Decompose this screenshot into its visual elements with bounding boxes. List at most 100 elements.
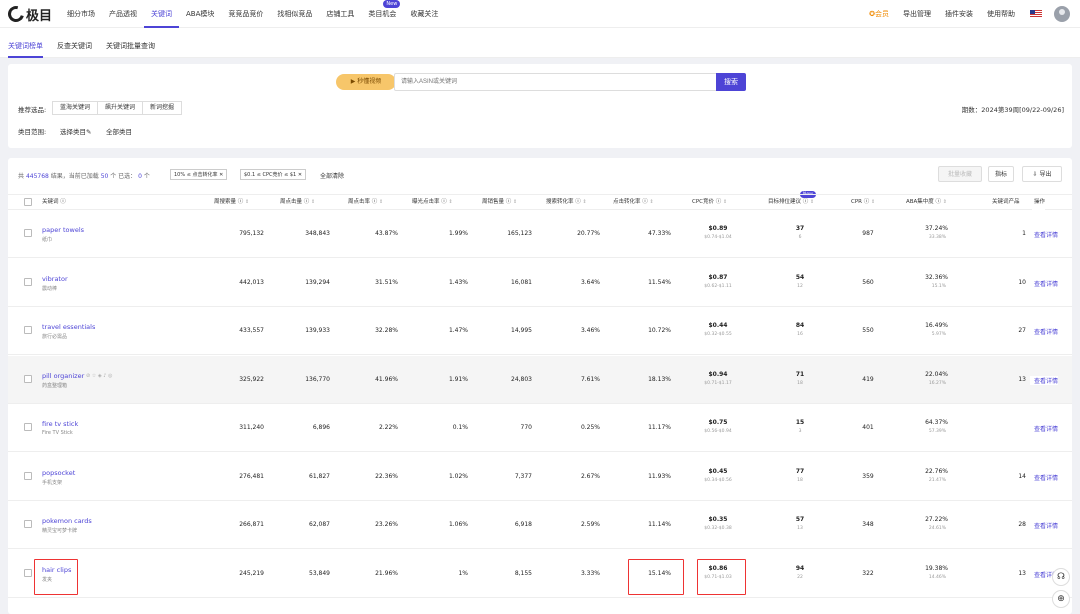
ctr-cell: 21.96% bbox=[375, 569, 398, 577]
bulk-collect-button[interactable]: 批量收藏 bbox=[938, 166, 982, 182]
cpc-cell: $0.44 bbox=[708, 322, 728, 329]
tab-batch-query[interactable]: 关键词批量查询 bbox=[106, 28, 155, 57]
col-clicks[interactable]: 周点击量 ⓘ ⇕ bbox=[280, 195, 315, 210]
row-checkbox[interactable] bbox=[24, 520, 32, 528]
us-flag-icon[interactable] bbox=[1030, 10, 1042, 18]
tab-keyword-list[interactable]: 关键词榜单 bbox=[8, 28, 43, 58]
top-navbar: 极目 细分市场 产品透视 关键词 ABA模块 竞竞品竞价 找相似竞品 店铺工具 … bbox=[0, 0, 1080, 28]
col-rank-suggest[interactable]: 目标排位建议 ⓘ ⇕ bbox=[768, 195, 814, 210]
customer-service-icon[interactable]: ☊ bbox=[1052, 568, 1070, 586]
rec-tab-blue-ocean[interactable]: 蓝海关键词 bbox=[52, 101, 99, 115]
all-category-link[interactable]: 全部类目 bbox=[106, 126, 132, 136]
table-row[interactable]: pokemon cards 精灵宝可梦卡牌 266,871 62,087 23.26% 1… bbox=[8, 501, 1072, 549]
rec-tab-new-words[interactable]: 新词挖掘 bbox=[142, 101, 183, 115]
help-link[interactable]: 使用帮助 bbox=[980, 9, 1022, 19]
keyword-link[interactable]: vibrator bbox=[42, 275, 68, 283]
col-aba[interactable]: ABA集中度 ⓘ ⇕ bbox=[906, 195, 947, 210]
col-cpr[interactable]: CPR ⓘ ⇕ bbox=[851, 195, 875, 210]
tab-reverse-keyword[interactable]: 反查关键词 bbox=[57, 28, 92, 57]
view-detail-link[interactable]: 查看详情 bbox=[1030, 327, 1059, 336]
globe-icon[interactable]: ⊕ bbox=[1052, 590, 1070, 608]
keyword-link[interactable]: paper towels bbox=[42, 226, 84, 234]
loaded-count: 50 bbox=[100, 173, 109, 180]
cpc-cell: $0.89 bbox=[708, 225, 728, 232]
col-search-volume[interactable]: 周搜索量 ⓘ ⇕ bbox=[214, 195, 249, 210]
keyword-link[interactable]: pill organizer bbox=[42, 372, 84, 380]
nav-item-favorites[interactable]: 收藏关注 bbox=[403, 0, 445, 28]
table-row[interactable]: hair clips 发夹 245,219 53,849 21.96% 1% 8,155 3.… bbox=[8, 550, 1072, 598]
col-keyword[interactable]: 关键词 ⓘ bbox=[42, 195, 66, 210]
brand-name: 极目 bbox=[26, 8, 53, 24]
sales-cell: 6,918 bbox=[514, 521, 532, 528]
nav-item-aba[interactable]: ABA模块 bbox=[179, 0, 221, 28]
highlight-box bbox=[34, 559, 78, 595]
clicks-cell: 6,896 bbox=[312, 424, 330, 431]
row-checkbox[interactable] bbox=[24, 471, 32, 480]
filter-chip-cpc[interactable]: $0.1 ≤ CPC竞价 ≤ $1 ✕ bbox=[240, 169, 307, 180]
row-checkbox[interactable] bbox=[24, 229, 32, 237]
nav-item-product-insight[interactable]: 产品透视 bbox=[102, 0, 144, 28]
export-button[interactable]: ⇩ 导出 bbox=[1022, 166, 1062, 182]
col-keyword-products[interactable]: 关键词产品 bbox=[992, 195, 1020, 210]
col-ctr[interactable]: 周点击率 ⓘ ⇕ bbox=[348, 195, 383, 210]
metrics-button[interactable]: 指标 bbox=[988, 166, 1014, 182]
period-label[interactable]: 期数：2024第39周[09/22-09/26] bbox=[962, 104, 1064, 114]
keyword-link[interactable]: pokemon cards bbox=[42, 517, 92, 525]
col-impression-ctr[interactable]: 曝光点击率 ⓘ ⇕ bbox=[412, 195, 453, 210]
view-detail-link[interactable]: 查看详情 bbox=[1030, 424, 1059, 433]
clear-all-filters[interactable]: 全部清除 bbox=[320, 171, 344, 180]
cpc-range: $0.74-$1.04 bbox=[704, 235, 732, 240]
cpc-range: $0.56-$0.94 bbox=[704, 429, 732, 434]
col-search-cvr[interactable]: 搜索转化率 ⓘ ⇕ bbox=[546, 195, 587, 210]
table-row[interactable]: pill organizer 药盒整理箱 ⊘ ☆ ◈ ♪ ◎ 325,922 136,7… bbox=[8, 355, 1072, 404]
table-row[interactable]: popsocket 手机支架 276,481 61,827 22.36% 1.02% 7,3… bbox=[8, 453, 1072, 501]
keyword-tool-icons[interactable]: ⊘ ☆ ◈ ♪ ◎ bbox=[86, 373, 112, 379]
table-row[interactable]: vibrator 震动棒 442,013 139,294 31.51% 1.43% 16,0… bbox=[8, 259, 1072, 307]
choose-category-link[interactable]: 选择类目✎ bbox=[60, 126, 91, 136]
nav-item-competitor-bid[interactable]: 竞竞品竞价 bbox=[221, 0, 270, 28]
search-input[interactable] bbox=[401, 74, 711, 90]
nav-item-store-tools[interactable]: 店铺工具 bbox=[319, 0, 361, 28]
result-summary: 共 445768 结果，当前已加载 50 个 已选： 0 个 bbox=[18, 173, 150, 180]
col-cpc[interactable]: CPC竞价 ⓘ ⇕ bbox=[692, 195, 727, 210]
table-row[interactable]: travel essentials 旅行必需品 433,557 139,933 32.2… bbox=[8, 307, 1072, 355]
nav-item-keywords[interactable]: 关键词 bbox=[144, 0, 179, 28]
rec-tab-rising[interactable]: 飙升关键词 bbox=[97, 101, 144, 115]
nav-item-similar[interactable]: 找相似竞品 bbox=[270, 0, 319, 28]
nav-item-category-opportunity[interactable]: 类目机会 New bbox=[361, 0, 403, 28]
row-checkbox[interactable] bbox=[24, 277, 32, 286]
view-detail-link[interactable]: 查看详情 bbox=[1030, 278, 1059, 288]
keyword-link[interactable]: popsocket bbox=[42, 469, 75, 477]
search-button[interactable]: 搜索 bbox=[716, 73, 746, 91]
row-checkbox[interactable] bbox=[24, 568, 32, 577]
rank-suggest-cell: 57 bbox=[795, 516, 805, 523]
row-checkbox[interactable] bbox=[24, 326, 32, 334]
col-click-cvr[interactable]: 点击转化率 ⓘ ⇕ bbox=[613, 195, 654, 210]
brand-logo[interactable]: 极目 bbox=[5, 3, 53, 25]
view-detail-link[interactable]: 查看详情 bbox=[1030, 521, 1059, 530]
search-cvr-cell: 7.61% bbox=[580, 375, 600, 383]
table-row[interactable]: paper towels 纸巾 795,132 348,843 43.87% 1.99% 1… bbox=[8, 210, 1072, 258]
view-detail-link[interactable]: 查看详情 bbox=[1030, 472, 1059, 482]
avatar[interactable] bbox=[1054, 6, 1070, 22]
export-management-link[interactable]: 导出管理 bbox=[896, 9, 938, 19]
table-row[interactable]: fire tv stick Fire TV Stick 311,240 6,896 2.… bbox=[8, 404, 1072, 452]
video-tutorial-button[interactable]: ▶ 秒懂视频 bbox=[336, 74, 396, 90]
row-checkbox[interactable] bbox=[24, 423, 32, 431]
filter-chip-click-cvr[interactable]: 10% ≤ 点击转化率 ✕ bbox=[170, 169, 228, 180]
nav-item-segment-market[interactable]: 细分市场 bbox=[60, 0, 102, 28]
col-sales[interactable]: 周销售量 ⓘ ⇕ bbox=[482, 195, 517, 210]
keyword-link[interactable]: fire tv stick bbox=[42, 420, 78, 428]
row-checkbox[interactable] bbox=[24, 374, 32, 383]
keyword-link[interactable]: travel essentials bbox=[42, 323, 95, 331]
ctr-cell: 32.28% bbox=[375, 327, 398, 334]
rank-suggest-cell: 37 bbox=[795, 225, 805, 232]
member-link[interactable]: ✪会员 bbox=[862, 9, 896, 19]
keyword-translation: 纸巾 bbox=[42, 237, 53, 243]
plugin-install-link[interactable]: 插件安装 bbox=[938, 9, 980, 19]
select-all-checkbox[interactable] bbox=[24, 198, 32, 206]
view-detail-link[interactable]: 查看详情 bbox=[1030, 230, 1059, 239]
search-cvr-cell: 3.64% bbox=[580, 278, 600, 286]
click-cvr-cell: 11.54% bbox=[648, 278, 671, 286]
view-detail-link[interactable]: 查看详情 bbox=[1030, 375, 1059, 385]
